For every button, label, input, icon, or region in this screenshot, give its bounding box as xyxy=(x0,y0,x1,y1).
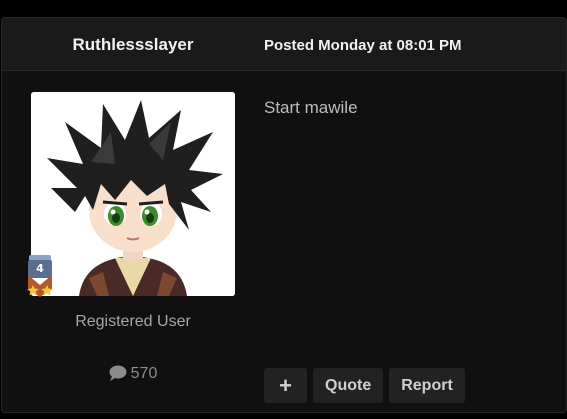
forum-post: Ruthlessslayer Posted Monday at 08:01 PM xyxy=(1,17,567,413)
post-count: 570 xyxy=(2,364,264,387)
rank-level: 4 xyxy=(36,262,44,275)
quote-button[interactable]: Quote xyxy=(313,368,384,403)
author-panel: 4 Registered User 570 xyxy=(2,71,264,412)
report-button[interactable]: Report xyxy=(389,368,465,403)
author-name-link[interactable]: Ruthlessslayer xyxy=(2,35,264,55)
post-count-value: 570 xyxy=(130,365,158,382)
post-date[interactable]: Posted Monday at 08:01 PM xyxy=(264,36,462,55)
user-title: Registered User xyxy=(75,313,191,330)
avatar[interactable] xyxy=(31,92,235,296)
post-actions: + Quote Report xyxy=(264,368,465,403)
rank-badge-icon: 4 xyxy=(25,255,55,297)
plus-button[interactable]: + xyxy=(264,368,307,403)
avatar-image xyxy=(31,92,235,296)
post-content: Start mawile xyxy=(264,98,358,117)
post-header: Ruthlessslayer Posted Monday at 08:01 PM xyxy=(2,18,566,71)
comment-icon xyxy=(109,365,127,387)
